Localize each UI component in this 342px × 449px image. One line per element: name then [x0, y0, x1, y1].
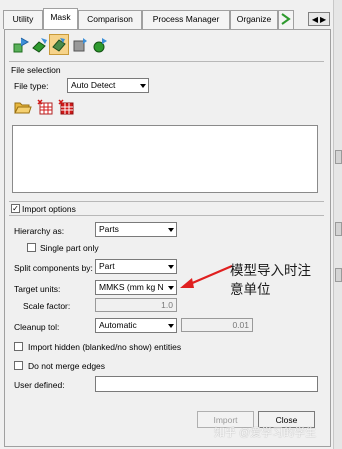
separator: [9, 215, 324, 216]
split-components-value: Part: [99, 261, 115, 271]
checkmark-icon: ✓: [12, 204, 19, 213]
import-options-label: Import options: [22, 204, 76, 214]
chevron-down-icon: [165, 281, 176, 294]
tab-process-manager[interactable]: Process Manager: [142, 10, 230, 29]
import-geometry-icon[interactable]: [31, 36, 49, 54]
import-model-icon[interactable]: [12, 36, 30, 54]
import-options-toggle[interactable]: ✓: [11, 204, 20, 213]
tab-overflow-icon[interactable]: [278, 10, 294, 29]
file-selection-label: File selection: [11, 65, 61, 75]
no-merge-edges-checkbox[interactable]: [14, 361, 23, 370]
strip-marker: [335, 268, 342, 282]
watermark: 知乎 @爱学习的学生: [214, 427, 317, 439]
target-units-value: MMKS (mm kg N s): [99, 282, 174, 292]
tab-label: Organize: [236, 14, 272, 24]
tab-scroll-buttons[interactable]: ◀ ▶: [308, 12, 330, 26]
tab-strip: Utility Mask Comparison Process Manager …: [0, 0, 342, 30]
import-connectors-icon[interactable]: [91, 36, 109, 54]
open-folder-icon[interactable]: [14, 99, 32, 115]
cleanup-tol-mode: Automatic: [99, 320, 137, 330]
chevron-down-icon: [165, 223, 176, 236]
adjacent-window-strip: [333, 0, 342, 449]
file-type-label: File type:: [14, 81, 49, 91]
separator: [9, 201, 324, 202]
annotation-line-1: 模型导入时注: [230, 263, 311, 279]
target-units-select[interactable]: MMKS (mm kg N s): [95, 280, 177, 295]
annotation-line-2: 意单位: [230, 282, 271, 298]
hierarchy-label: Hierarchy as:: [14, 226, 65, 236]
hierarchy-value: Parts: [99, 224, 119, 234]
target-units-label: Target units:: [14, 284, 61, 294]
strip-marker: [335, 222, 342, 236]
scale-factor-value: 1.0: [161, 300, 173, 310]
file-list[interactable]: [12, 125, 318, 193]
chevron-down-icon: [165, 319, 176, 332]
single-part-checkbox[interactable]: [27, 243, 36, 252]
cleanup-tol-field: 0.01: [181, 318, 253, 332]
scroll-left-icon[interactable]: ◀: [312, 15, 318, 24]
tab-mask[interactable]: Mask: [43, 8, 78, 30]
tab-label: Mask: [50, 12, 71, 22]
tab-label: Utility: [12, 14, 34, 24]
add-file-icon[interactable]: [37, 99, 55, 115]
cleanup-tol-label: Cleanup tol:: [14, 322, 60, 332]
user-defined-input[interactable]: [95, 376, 318, 392]
hierarchy-select[interactable]: Parts: [95, 222, 177, 237]
tab-utility[interactable]: Utility: [3, 10, 43, 29]
separator: [9, 61, 324, 62]
import-fe-model-icon[interactable]: [49, 34, 69, 55]
chevron-down-icon: [165, 260, 176, 273]
tab-organize[interactable]: Organize: [230, 10, 278, 29]
import-hidden-checkbox[interactable]: [14, 342, 23, 351]
split-components-label: Split components by:: [14, 263, 93, 273]
scale-factor-label: Scale factor:: [23, 301, 71, 311]
strip-marker: [335, 150, 342, 164]
tab-comparison[interactable]: Comparison: [78, 10, 142, 29]
user-defined-label: User defined:: [14, 380, 65, 390]
scroll-right-icon[interactable]: ▶: [320, 15, 326, 24]
remove-file-icon[interactable]: [58, 99, 76, 115]
import-hidden-label: Import hidden (blanked/no show) entities: [28, 342, 182, 352]
split-components-select[interactable]: Part: [95, 259, 177, 274]
tab-label: Comparison: [87, 14, 133, 24]
annotation-arrow: [180, 264, 233, 288]
single-part-label: Single part only: [40, 243, 99, 253]
scale-factor-field: 1.0: [95, 298, 177, 312]
annotation-text: 模型导入时注 意单位: [230, 262, 311, 300]
file-type-value: Auto Detect: [71, 80, 116, 90]
chevron-down-icon: [137, 79, 148, 92]
tab-label: Process Manager: [152, 14, 220, 24]
cleanup-tol-select[interactable]: Automatic: [95, 318, 177, 333]
import-solver-deck-icon[interactable]: [71, 36, 89, 54]
cleanup-tol-value: 0.01: [232, 320, 249, 330]
no-merge-edges-label: Do not merge edges: [28, 361, 106, 371]
file-type-select[interactable]: Auto Detect: [67, 78, 149, 93]
